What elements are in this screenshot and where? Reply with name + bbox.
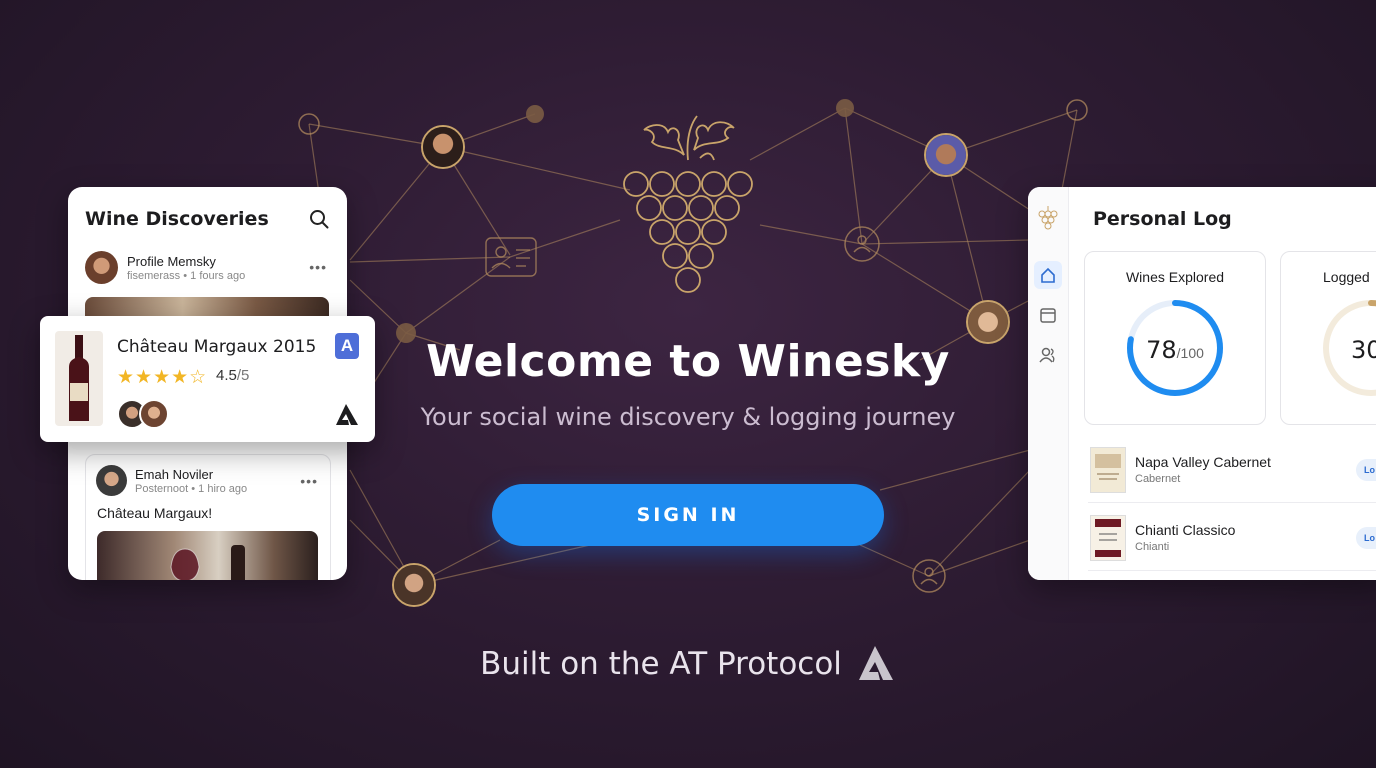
footer-text: Built on the AT Protocol bbox=[480, 646, 842, 682]
grape-cluster-icon bbox=[623, 115, 753, 293]
log-entry[interactable]: Napa Valley Cabernet Cabernet Lo bbox=[1088, 447, 1376, 505]
avatar[interactable] bbox=[85, 251, 118, 284]
stat-label: Logged bbox=[1323, 269, 1370, 285]
post-author-name[interactable]: Profile Memsky bbox=[127, 254, 216, 269]
wine-label-thumbnail bbox=[1090, 447, 1126, 493]
log-badge[interactable]: Lo bbox=[1356, 459, 1376, 481]
log-badge[interactable]: Lo bbox=[1356, 527, 1376, 549]
personal-log-card: Personal Log Wines Explored 78/100 Logge… bbox=[1028, 187, 1376, 580]
stat-card[interactable]: Wines Explored 78/100 bbox=[1084, 251, 1266, 425]
side-rail bbox=[1028, 187, 1069, 580]
ring-value: 30 bbox=[1351, 336, 1376, 364]
personal-log-title: Personal Log bbox=[1093, 208, 1232, 230]
people-icon[interactable] bbox=[1034, 341, 1062, 369]
divider bbox=[1088, 570, 1376, 571]
post-caption: Château Margaux! bbox=[97, 505, 213, 521]
log-entry[interactable]: Chianti Classico Chianti Lo bbox=[1088, 515, 1376, 573]
stat-value: 78 bbox=[1146, 336, 1177, 364]
log-wine-type: Chianti bbox=[1135, 541, 1170, 553]
wine-label-thumbnail bbox=[1090, 515, 1126, 561]
sign-in-button[interactable]: SIGN IN bbox=[492, 484, 884, 546]
network-avatar bbox=[392, 563, 436, 607]
at-protocol-icon bbox=[858, 645, 893, 680]
post-meta: Posternoot • 1 hiro ago bbox=[135, 483, 248, 495]
avatar[interactable] bbox=[96, 465, 127, 496]
stat-card[interactable]: Logged 30 bbox=[1280, 251, 1376, 425]
home-icon[interactable] bbox=[1034, 261, 1062, 289]
ring-value: 78/100 bbox=[1085, 336, 1265, 364]
stat-value: 30 bbox=[1351, 336, 1376, 364]
post-author-name[interactable]: Emah Noviler bbox=[135, 467, 213, 482]
post-photo[interactable] bbox=[97, 531, 318, 580]
wine-glasses-icon bbox=[170, 545, 245, 580]
post-meta: fisemerass • 1 fours ago bbox=[127, 270, 246, 282]
grape-cluster-icon bbox=[1038, 206, 1058, 230]
divider bbox=[1088, 502, 1376, 503]
post-header: Profile Memsky fisemerass • 1 fours ago … bbox=[85, 251, 345, 287]
more-options-icon[interactable]: ••• bbox=[300, 473, 318, 489]
stat-label: Wines Explored bbox=[1125, 269, 1225, 285]
search-icon[interactable] bbox=[309, 209, 329, 229]
more-options-icon[interactable]: ••• bbox=[309, 259, 327, 275]
log-wine-name: Chianti Classico bbox=[1135, 522, 1236, 538]
post-card: Emah Noviler Posternoot • 1 hiro ago •••… bbox=[85, 454, 331, 580]
discoveries-title: Wine Discoveries bbox=[85, 208, 269, 230]
calendar-icon[interactable] bbox=[1034, 301, 1062, 329]
stat-max: /100 bbox=[1176, 345, 1204, 361]
network-avatar bbox=[421, 125, 465, 169]
footer: Built on the AT Protocol bbox=[0, 645, 1376, 682]
network-avatar bbox=[924, 133, 968, 177]
log-wine-name: Napa Valley Cabernet bbox=[1135, 454, 1271, 470]
log-wine-type: Cabernet bbox=[1135, 473, 1181, 485]
